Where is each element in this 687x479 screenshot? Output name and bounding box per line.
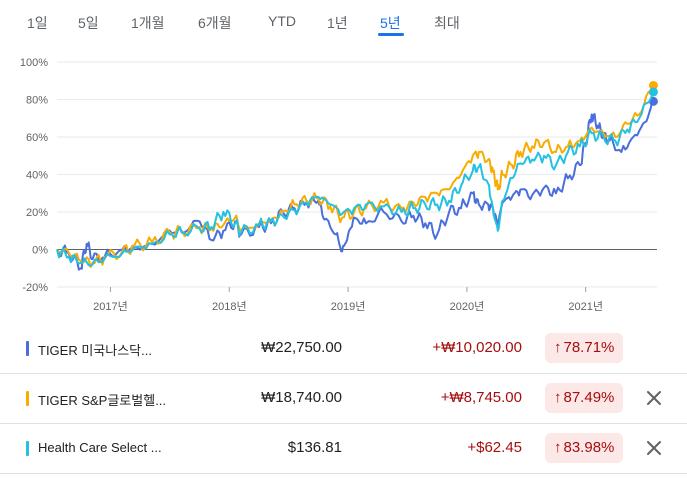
y-tick-label: 20% [26,207,48,219]
holding-price: ₩18,740.00 [261,389,342,406]
series-color-swatch [26,391,29,406]
x-tick-label: 2019년 [331,300,366,313]
y-tick-label: 60% [26,132,48,144]
series-line [56,85,655,268]
y-tick-label: 80% [26,95,48,107]
holding-percent-badge: ↑ 87.49% [545,383,624,413]
y-tick-label: 40% [26,170,48,182]
x-tick-label: 2017년 [93,300,128,313]
tab-5y[interactable]: 5년 [380,13,401,33]
range-tabs: 1일 5일 1개월 6개월 YTD 1년 5년 최대 [0,0,687,40]
tab-1d[interactable]: 1일 [27,13,48,33]
holdings-list: TIGER 미국나스닥... ₩22,750.00 +₩10,020.00 ↑ 7… [0,324,687,474]
tab-1y[interactable]: 1년 [327,13,348,33]
y-tick-label: 100% [20,57,48,69]
arrow-up-icon: ↑ [554,339,562,356]
x-tick-label: 2018년 [212,300,247,313]
percent-value: 87.49% [563,389,615,406]
holding-row[interactable]: TIGER S&P글로벌헬... ₩18,740.00 +₩8,745.00 ↑… [0,374,687,424]
tab-6m[interactable]: 6개월 [198,13,232,33]
tab-max[interactable]: 최대 [434,13,460,33]
holding-change: +₩8,745.00 [440,389,522,406]
holding-name: TIGER S&P글로벌헬... [38,393,167,408]
y-tick-label: 0% [32,245,48,257]
x-tick-label: 2020년 [450,300,485,313]
active-tab-indicator [378,33,404,36]
holding-percent-badge: ↑ 78.71% [545,333,624,363]
holding-name: Health Care Select ... [38,440,162,455]
holding-percent-badge: ↑ 83.98% [545,433,624,463]
percent-value: 83.98% [563,439,615,456]
y-tick-label: -20% [22,282,48,294]
holding-row[interactable]: Health Care Select ... $136.81 +$62.45 ↑… [0,424,687,474]
price-chart[interactable]: 100% 80% 60% 40% 20% 0% -20% 2017년 2018년 2019년 202… [0,40,687,322]
series-end-dot [648,87,658,97]
holding-price: $136.81 [287,439,342,456]
tab-1m[interactable]: 1개월 [131,13,165,33]
arrow-up-icon: ↑ [554,439,562,456]
close-icon[interactable] [643,437,665,459]
holding-name: TIGER 미국나스닥... [38,343,152,358]
arrow-up-icon: ↑ [554,389,562,406]
x-tick-label: 2021년 [568,300,603,313]
tab-5d[interactable]: 5일 [78,13,99,33]
close-icon[interactable] [643,387,665,409]
holding-row[interactable]: TIGER 미국나스닥... ₩22,750.00 +₩10,020.00 ↑ 7… [0,324,687,374]
holding-change: +$62.45 [467,439,522,456]
tab-ytd[interactable]: YTD [268,13,296,29]
series-color-swatch [26,341,29,356]
percent-value: 78.71% [563,339,615,356]
holding-change: +₩10,020.00 [432,339,522,356]
holding-price: ₩22,750.00 [261,339,342,356]
series-color-swatch [26,441,29,456]
